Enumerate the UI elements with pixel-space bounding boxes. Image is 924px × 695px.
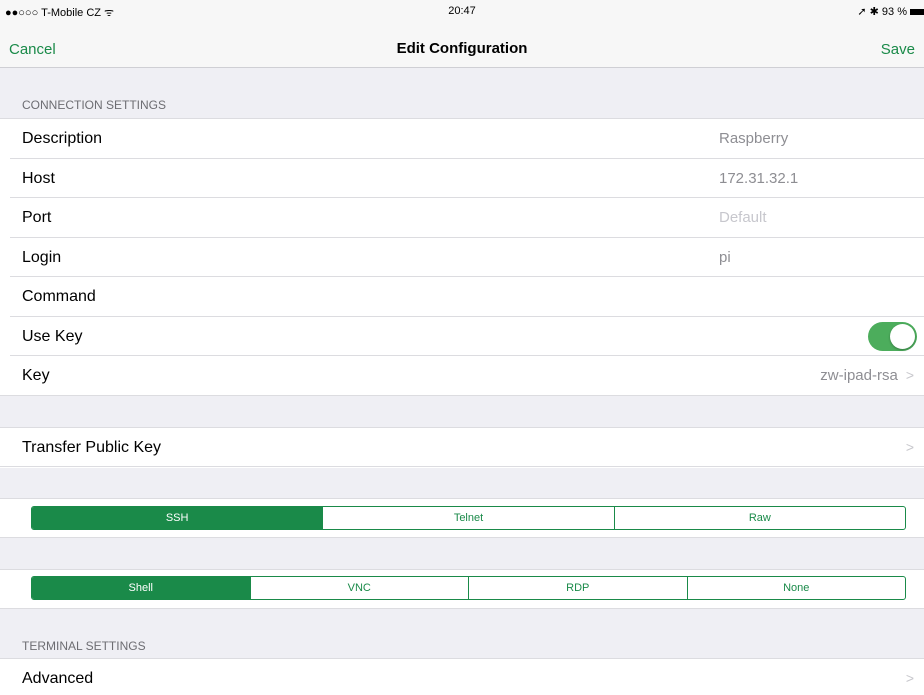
advanced-label: Advanced: [22, 670, 94, 687]
login-field[interactable]: pi: [719, 249, 731, 266]
divider: [0, 466, 924, 467]
transfer-public-key-row[interactable]: Transfer Public Key >: [0, 428, 924, 468]
use-key-toggle[interactable]: [868, 322, 917, 351]
chevron-right-icon: >: [905, 367, 914, 383]
toggle-knob: [890, 324, 915, 349]
chevron-right-icon: >: [905, 439, 914, 455]
description-label: Description: [22, 130, 103, 147]
divider: [0, 537, 924, 538]
transfer-chevron: >: [898, 439, 914, 456]
segment-rdp[interactable]: RDP: [468, 577, 687, 599]
segment-none[interactable]: None: [686, 577, 906, 599]
protocol-row: SSH Telnet Raw: [0, 499, 924, 537]
description-field[interactable]: Raspberry: [719, 130, 788, 147]
protocol-segmented-control: SSH Telnet Raw: [31, 506, 906, 530]
key-label: Key: [22, 367, 50, 384]
login-label: Login: [22, 249, 62, 266]
segment-raw[interactable]: Raw: [613, 507, 905, 529]
navigation-bar: Cancel Edit Configuration Save: [0, 22, 924, 68]
host-label: Host: [22, 170, 55, 187]
transfer-public-key-label: Transfer Public Key: [22, 439, 162, 456]
clock: 20:47: [448, 5, 476, 17]
status-bar: ●●○○○ T-Mobile CZ ᯤ 20:47 ➚ ✱ 93 %: [0, 0, 924, 22]
port-field[interactable]: Default: [719, 209, 767, 226]
save-button[interactable]: Save: [881, 41, 915, 58]
chevron-right-icon: >: [905, 670, 914, 686]
status-indicators: ➚ ✱ 93 %: [857, 6, 907, 18]
terminal-settings-header: TERMINAL SETTINGS: [22, 639, 146, 653]
key-value: zw-ipad-rsa >: [820, 367, 914, 384]
segment-vnc[interactable]: VNC: [249, 577, 469, 599]
advanced-row[interactable]: Advanced >: [0, 659, 924, 695]
segment-ssh[interactable]: SSH: [32, 507, 323, 529]
mode-row: Shell VNC RDP None: [0, 570, 924, 608]
mode-segmented-control: Shell VNC RDP None: [31, 576, 906, 600]
battery-icon: [910, 9, 924, 16]
command-label: Command: [22, 288, 96, 305]
command-row[interactable]: Command: [0, 277, 924, 317]
segment-shell[interactable]: Shell: [32, 577, 250, 599]
port-label: Port: [22, 209, 52, 226]
connection-settings-header: CONNECTION SETTINGS: [22, 98, 167, 112]
use-key-label: Use Key: [22, 328, 83, 345]
divider: [0, 608, 924, 609]
key-row[interactable]: Key zw-ipad-rsa >: [0, 356, 924, 396]
status-right: ➚ ✱ 93 %: [857, 5, 924, 18]
login-row[interactable]: Login pi: [0, 238, 924, 278]
host-field[interactable]: 172.31.32.1: [719, 170, 798, 187]
description-row[interactable]: Description Raspberry: [0, 119, 924, 159]
port-row[interactable]: Port Default: [0, 198, 924, 238]
page-title: Edit Configuration: [396, 40, 528, 57]
segment-telnet[interactable]: Telnet: [322, 507, 613, 529]
advanced-chevron: >: [898, 670, 914, 687]
divider: [0, 395, 924, 396]
key-name: zw-ipad-rsa: [820, 367, 898, 384]
use-key-row: Use Key: [0, 317, 924, 357]
host-row[interactable]: Host 172.31.32.1: [0, 159, 924, 199]
